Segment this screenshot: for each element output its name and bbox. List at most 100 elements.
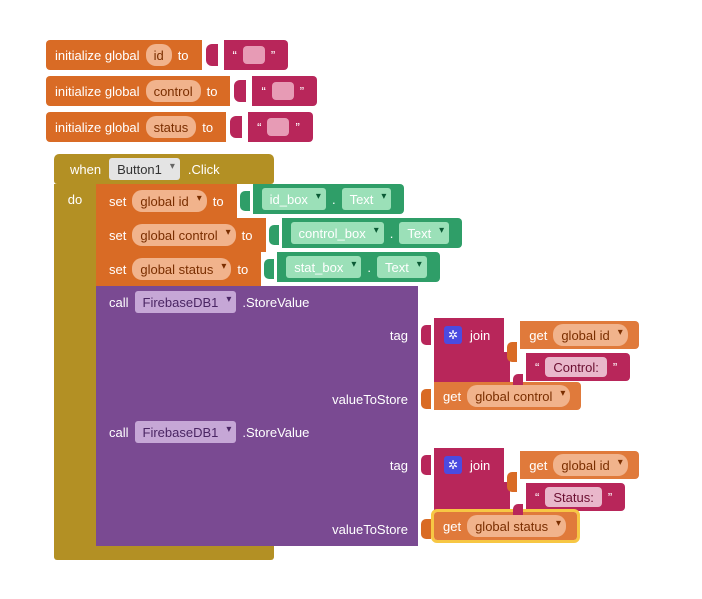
event-footer bbox=[54, 546, 274, 560]
get-block[interactable]: get global id bbox=[520, 451, 639, 479]
component-dropdown[interactable]: Button1 bbox=[109, 158, 180, 180]
param-value-cell: valueToStore bbox=[96, 382, 418, 416]
string-value[interactable]: Control: bbox=[545, 357, 607, 377]
component-getter[interactable]: id_box . Text bbox=[253, 184, 405, 214]
dot: . bbox=[332, 192, 336, 207]
component-dropdown[interactable]: stat_box bbox=[286, 256, 361, 278]
close-quote: ” bbox=[613, 360, 617, 375]
string-input[interactable] bbox=[267, 118, 289, 136]
string-literal-block[interactable]: “ ” bbox=[252, 76, 317, 106]
get-label: get bbox=[443, 519, 461, 534]
var-dropdown[interactable]: global status bbox=[467, 515, 566, 537]
string-literal-block[interactable]: “ ” bbox=[224, 40, 289, 70]
var-dropdown[interactable]: global id bbox=[553, 324, 627, 346]
var-dropdown[interactable]: global status bbox=[132, 258, 231, 280]
string-literal-block[interactable]: “ ” bbox=[248, 112, 313, 142]
method-label: .StoreValue bbox=[242, 295, 309, 310]
get-label: get bbox=[529, 328, 547, 343]
value-socket bbox=[426, 448, 434, 482]
var-name-chip[interactable]: control bbox=[146, 80, 201, 102]
component-dropdown[interactable]: control_box bbox=[291, 222, 384, 244]
init-global-row[interactable]: initialize global id to “ ” bbox=[46, 40, 317, 70]
component-dropdown[interactable]: FirebaseDB1 bbox=[135, 421, 237, 443]
param-value-label: valueToStore bbox=[332, 392, 408, 407]
event-header[interactable]: when Button1 .Click bbox=[54, 154, 274, 184]
value-socket bbox=[274, 218, 282, 252]
property-dropdown[interactable]: Text bbox=[399, 222, 449, 244]
param-tag-cell: tag bbox=[96, 448, 418, 482]
component-getter[interactable]: stat_box . Text bbox=[277, 252, 440, 282]
close-quote: ” bbox=[300, 84, 304, 99]
to-label: to bbox=[207, 84, 218, 99]
set-row[interactable]: set global control to control_box . Text bbox=[96, 218, 639, 252]
join-label: join bbox=[470, 328, 490, 343]
dot: . bbox=[390, 226, 394, 241]
param-value-label: valueToStore bbox=[332, 522, 408, 537]
var-dropdown[interactable]: global control bbox=[132, 224, 235, 246]
value-socket bbox=[426, 318, 434, 352]
to-label: to bbox=[237, 262, 248, 277]
param-tag-label: tag bbox=[390, 458, 408, 473]
set-row[interactable]: set global status to stat_box . Text bbox=[96, 252, 639, 286]
init-keyword: initialize global bbox=[55, 120, 140, 135]
var-name-chip[interactable]: id bbox=[146, 44, 172, 66]
string-value[interactable]: Status: bbox=[545, 487, 601, 507]
call-label: call bbox=[109, 295, 129, 310]
param-value-cell: valueToStore bbox=[96, 512, 418, 546]
var-dropdown[interactable]: global id bbox=[553, 454, 627, 476]
join-label: join bbox=[470, 458, 490, 473]
init-keyword: initialize global bbox=[55, 48, 140, 63]
call-block[interactable]: call FirebaseDB1 .StoreValue tag ✲ join bbox=[96, 416, 639, 546]
init-global-row[interactable]: initialize global control to “ ” bbox=[46, 76, 317, 106]
set-label: set bbox=[109, 194, 126, 209]
close-quote: ” bbox=[608, 490, 612, 505]
join-block[interactable]: ✲ join bbox=[434, 448, 504, 482]
param-tag-cell: tag bbox=[96, 318, 418, 352]
join-block[interactable]: ✲ join bbox=[434, 318, 504, 352]
component-dropdown[interactable]: FirebaseDB1 bbox=[135, 291, 237, 313]
property-dropdown[interactable]: Text bbox=[377, 256, 427, 278]
blocks-canvas: initialize global id to “ ” initialize g… bbox=[46, 40, 317, 142]
do-gutter: do bbox=[54, 184, 96, 546]
param-tag-label: tag bbox=[390, 328, 408, 343]
open-quote: “ bbox=[261, 84, 265, 99]
call-block[interactable]: call FirebaseDB1 .StoreValue tag ✲ join bbox=[96, 286, 639, 416]
set-label: set bbox=[109, 262, 126, 277]
init-global-row[interactable]: initialize global status to “ ” bbox=[46, 112, 317, 142]
to-label: to bbox=[178, 48, 189, 63]
property-dropdown[interactable]: Text bbox=[342, 188, 392, 210]
to-label: to bbox=[202, 120, 213, 135]
event-block[interactable]: when Button1 .Click do set global id to … bbox=[54, 154, 639, 560]
open-quote: “ bbox=[535, 490, 539, 505]
component-dropdown[interactable]: id_box bbox=[262, 188, 326, 210]
init-keyword: initialize global bbox=[55, 84, 140, 99]
open-quote: “ bbox=[257, 120, 261, 135]
get-block-highlighted[interactable]: get global status bbox=[434, 512, 577, 540]
value-socket bbox=[236, 112, 248, 142]
dot: . bbox=[367, 260, 371, 275]
get-label: get bbox=[443, 389, 461, 404]
var-name-chip[interactable]: status bbox=[146, 116, 197, 138]
open-quote: “ bbox=[535, 360, 539, 375]
get-block[interactable]: get global control bbox=[434, 382, 581, 410]
do-label: do bbox=[68, 192, 82, 207]
call-label: call bbox=[109, 425, 129, 440]
get-label: get bbox=[529, 458, 547, 473]
event-name-label: .Click bbox=[188, 162, 220, 177]
var-dropdown[interactable]: global control bbox=[467, 385, 570, 407]
value-socket bbox=[212, 40, 224, 70]
string-literal-block[interactable]: “ Control: ” bbox=[526, 353, 630, 381]
var-dropdown[interactable]: global id bbox=[132, 190, 206, 212]
method-label: .StoreValue bbox=[242, 425, 309, 440]
set-row[interactable]: set global id to id_box . Text bbox=[96, 184, 639, 218]
gear-icon[interactable]: ✲ bbox=[444, 456, 462, 474]
gear-icon[interactable]: ✲ bbox=[444, 326, 462, 344]
string-input[interactable] bbox=[272, 82, 294, 100]
get-block[interactable]: get global id bbox=[520, 321, 639, 349]
string-literal-block[interactable]: “ Status: ” bbox=[526, 483, 625, 511]
string-input[interactable] bbox=[243, 46, 265, 64]
component-getter[interactable]: control_box . Text bbox=[282, 218, 463, 248]
close-quote: ” bbox=[295, 120, 299, 135]
to-label: to bbox=[242, 228, 253, 243]
value-socket bbox=[240, 76, 252, 106]
